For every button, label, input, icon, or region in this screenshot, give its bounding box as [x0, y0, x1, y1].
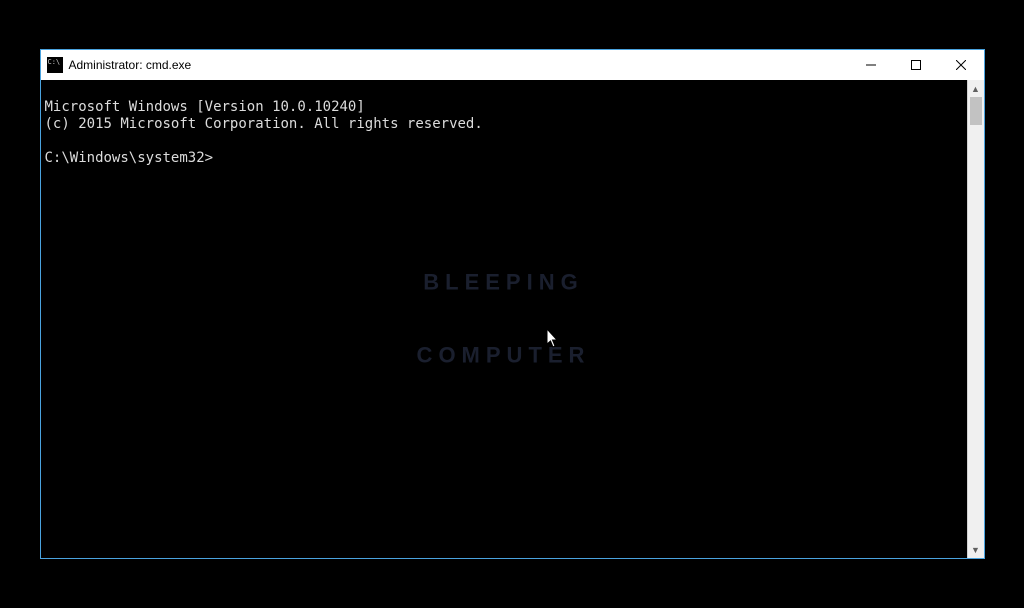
console-output[interactable]: Microsoft Windows [Version 10.0.10240] (…: [41, 80, 967, 558]
vertical-scrollbar[interactable]: ▲ ▼: [967, 80, 984, 558]
scroll-track[interactable]: [968, 97, 984, 541]
close-button[interactable]: [939, 50, 984, 80]
watermark-line: BLEEPING: [417, 271, 591, 295]
console-prompt: C:\Windows\system32>: [45, 150, 214, 166]
scroll-down-arrow[interactable]: ▼: [968, 541, 984, 558]
cmd-window: Administrator: cmd.exe Microsoft Windows…: [40, 49, 985, 559]
minimize-button[interactable]: [849, 50, 894, 80]
watermark: BLEEPING COMPUTER: [417, 222, 591, 416]
cmd-icon: [47, 57, 63, 73]
window-title: Administrator: cmd.exe: [69, 58, 192, 72]
console-line: (c) 2015 Microsoft Corporation. All righ…: [45, 116, 483, 132]
titlebar[interactable]: Administrator: cmd.exe: [41, 50, 984, 80]
scroll-thumb[interactable]: [970, 97, 982, 125]
window-controls: [849, 50, 984, 80]
maximize-button[interactable]: [894, 50, 939, 80]
client-area: Microsoft Windows [Version 10.0.10240] (…: [41, 80, 984, 558]
console-line: Microsoft Windows [Version 10.0.10240]: [45, 99, 365, 115]
watermark-line: COMPUTER: [417, 343, 591, 367]
scroll-up-arrow[interactable]: ▲: [968, 80, 984, 97]
